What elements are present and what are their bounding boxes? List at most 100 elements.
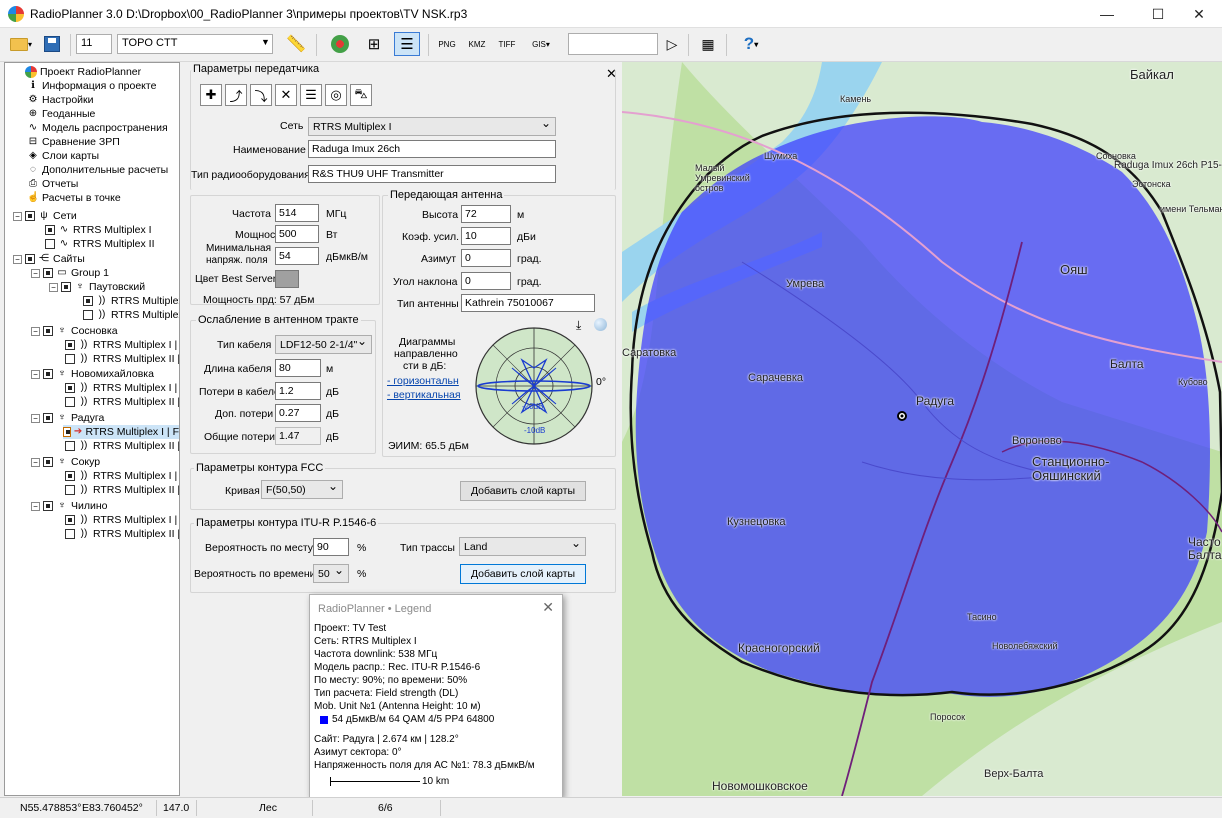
tree-item-site[interactable]: − ♆ Новомихайловка	[31, 367, 154, 381]
collapse-icon[interactable]: −	[31, 268, 40, 278]
checkbox[interactable]	[43, 326, 53, 336]
network-select[interactable]: RTRS Multiplex I	[308, 117, 556, 136]
checkbox[interactable]	[43, 268, 53, 278]
location-probability-input[interactable]: 90	[313, 538, 349, 556]
horizontal-diagram-link[interactable]: - горизонтальн	[387, 375, 459, 387]
tree-item-transmitter[interactable]: ))RTRS Multiplex II | C	[65, 527, 179, 541]
collapse-icon[interactable]: −	[31, 457, 40, 467]
tree-item-site[interactable]: − ♆ Сокур	[31, 455, 100, 469]
checkbox[interactable]	[43, 457, 53, 467]
search-input[interactable]	[568, 33, 658, 55]
tree-item-transmitter[interactable]: ))RTRS Multiplex II | N	[65, 395, 179, 409]
target-icon[interactable]: ◎	[325, 84, 347, 106]
checkbox[interactable]	[25, 211, 35, 221]
checkbox[interactable]	[43, 369, 53, 379]
tree-item-transmitter[interactable]: )) RTRS Multiplex	[83, 308, 179, 322]
checkbox[interactable]	[65, 529, 75, 539]
checkbox[interactable]	[45, 225, 55, 235]
tree-item-networks[interactable]: − ψ Сети	[13, 209, 77, 223]
close-icon[interactable]: ✕	[542, 599, 554, 616]
collapse-icon[interactable]: −	[31, 369, 40, 379]
tree-item-transmitter[interactable]: )) RTRS Multiplex II | F	[65, 439, 179, 453]
vertical-diagram-link[interactable]: - вертикальная	[387, 389, 461, 401]
tree-item-map-layers[interactable]: ◈ Слои карты	[27, 149, 99, 163]
tree-item-transmitter[interactable]: )) RTRS Multiplex I | N	[65, 381, 179, 395]
add-icon[interactable]: ✚	[200, 84, 222, 106]
delete-icon[interactable]: ✕	[275, 84, 297, 106]
checkbox[interactable]	[83, 296, 93, 306]
checkbox[interactable]	[65, 515, 75, 525]
tree-item-site[interactable]: − ♆ Радуга	[31, 411, 104, 425]
checkbox[interactable]	[65, 471, 75, 481]
tree-item-geodata[interactable]: ⊕ Геоданные	[27, 107, 96, 121]
checkbox[interactable]	[61, 282, 71, 292]
collapse-icon[interactable]: −	[31, 501, 40, 511]
globe-icon[interactable]	[594, 318, 607, 331]
ruler-icon[interactable]: 📏	[284, 32, 308, 56]
frequency-input[interactable]: 514	[275, 204, 319, 222]
checkbox[interactable]	[65, 383, 75, 393]
collapse-icon[interactable]: −	[13, 211, 22, 221]
export-kmz-icon[interactable]: KMZ	[464, 32, 490, 56]
zoom-select[interactable]: 11	[76, 34, 112, 54]
tree-item-propagation-model[interactable]: ∿ Модель распространения	[27, 121, 168, 135]
cable-length-input[interactable]: 80	[275, 359, 321, 377]
tree-item-site[interactable]: − ♆ Паутовский	[49, 280, 145, 294]
equipment-input[interactable]: R&S THU9 UHF Transmitter	[308, 165, 556, 183]
collapse-icon[interactable]: −	[13, 254, 22, 264]
gain-input[interactable]: 10	[461, 227, 511, 245]
checkbox[interactable]	[65, 485, 75, 495]
save-icon[interactable]	[40, 32, 64, 56]
tilt-input[interactable]: 0	[461, 272, 511, 290]
collapse-icon[interactable]: −	[49, 282, 58, 292]
close-button[interactable]: ✕	[1176, 0, 1222, 28]
maximize-button[interactable]: ☐	[1135, 0, 1181, 28]
name-input[interactable]: Raduga Imux 26ch	[308, 140, 556, 158]
collapse-icon[interactable]: −	[31, 326, 40, 336]
best-server-color-swatch[interactable]	[275, 270, 299, 288]
minimize-button[interactable]: —	[1084, 0, 1130, 28]
tree-item-site[interactable]: − ♆ Чилино	[31, 499, 108, 513]
power-input[interactable]: 500	[275, 225, 319, 243]
tree-item-transmitter[interactable]: )) RTRS Multiplex I | C	[65, 513, 179, 527]
tree-item-transmitter[interactable]: )) RTRS Multiplex	[83, 294, 179, 308]
calculator-icon[interactable]: ▦	[696, 32, 720, 56]
checkbox[interactable]	[65, 441, 75, 451]
checkbox[interactable]	[25, 254, 35, 264]
move-up-icon[interactable]: ⤴	[225, 84, 247, 106]
checkbox[interactable]	[65, 340, 75, 350]
go-arrow-icon[interactable]: ▷	[662, 32, 682, 56]
export-gis-icon[interactable]: GIS▾	[524, 32, 558, 56]
tree-item-transmitter[interactable]: )) RTRS Multiplex I | S	[65, 338, 179, 352]
checkbox[interactable]	[65, 397, 75, 407]
tree-item-transmitter[interactable]: ))RTRS Multiplex II | S	[65, 483, 179, 497]
move-down-icon[interactable]: ⤵	[250, 84, 272, 106]
tree-item-transmitter[interactable]: ))RTRS Multiplex II | S	[65, 352, 179, 366]
help-icon[interactable]: ? ▾	[736, 32, 766, 56]
time-probability-select[interactable]: 50	[313, 564, 349, 583]
tree-item-network[interactable]: ∿ RTRS Multiplex I	[45, 223, 152, 237]
checkbox[interactable]	[45, 239, 55, 249]
sliders-icon[interactable]: ☰	[300, 84, 322, 106]
tree-item-point-calc[interactable]: ☝ Расчеты в точке	[27, 191, 121, 205]
tree-item-settings[interactable]: ⚙ Настройки	[27, 93, 94, 107]
itu-add-layer-button[interactable]: Добавить слой карты	[460, 564, 586, 584]
min-field-input[interactable]: 54	[275, 247, 319, 265]
tree-item-site[interactable]: − ♆ Сосновка	[31, 324, 118, 338]
checkbox[interactable]	[63, 427, 71, 437]
cable-loss-input[interactable]: 1.2	[275, 382, 321, 400]
checkbox[interactable]	[83, 310, 93, 320]
list-view-icon[interactable]: ☰	[394, 32, 420, 56]
tree-item-project[interactable]: Проект RadioPlanner	[25, 65, 141, 79]
tree-item-transmitter-selected[interactable]: ➔ RTRS Multiplex I | F	[63, 425, 179, 439]
cable-type-select[interactable]: LDF12-50 2-1/4"	[275, 335, 372, 354]
open-folder-icon[interactable]: ▾	[6, 32, 36, 56]
path-type-select[interactable]: Land	[459, 537, 586, 556]
tree-item-transmitter[interactable]: )) RTRS Multiplex I | S	[65, 469, 179, 483]
fcc-add-layer-button[interactable]: Добавить слой карты	[460, 481, 586, 501]
tree-item-reports[interactable]: ⎙ Отчеты	[27, 177, 78, 191]
tree-item-network[interactable]: ∿ RTRS Multiplex II	[45, 237, 155, 251]
add-layer-icon[interactable]: ⊞	[362, 32, 386, 56]
calculate-coverage-icon[interactable]	[328, 32, 352, 56]
export-png-icon[interactable]: PNG	[434, 32, 460, 56]
